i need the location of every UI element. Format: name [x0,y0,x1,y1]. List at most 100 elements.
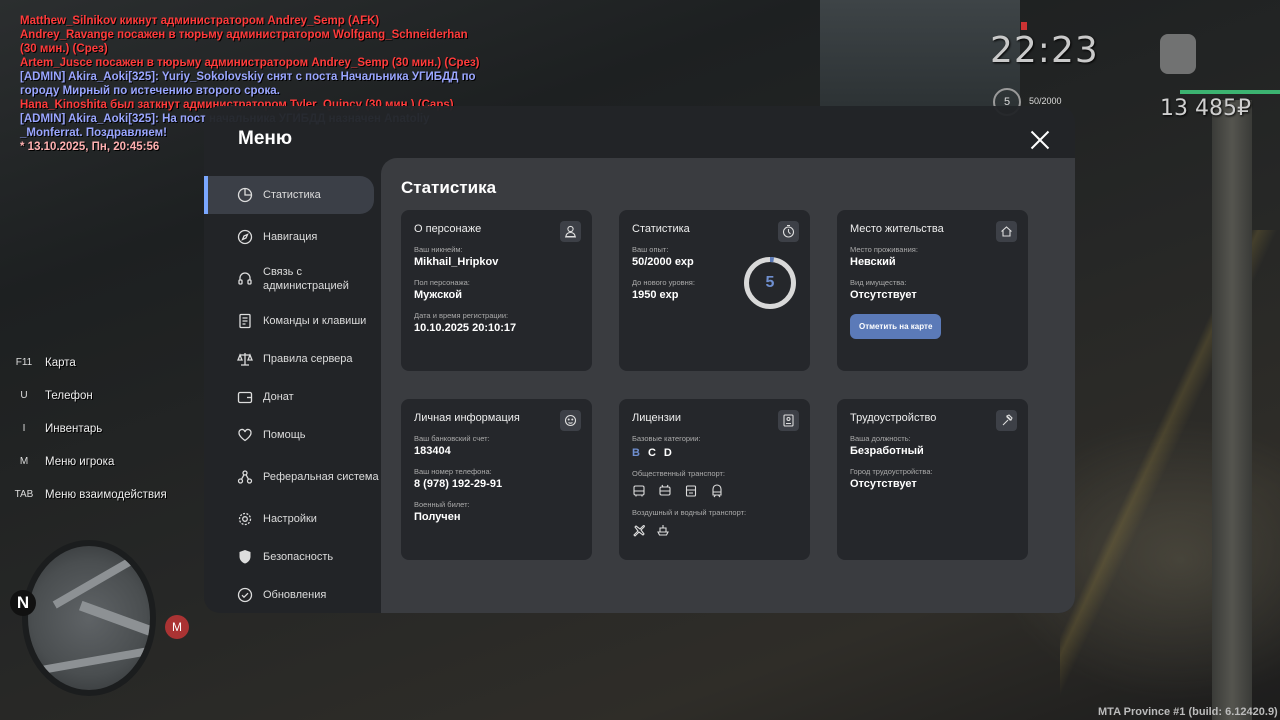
field-value: Отсутствует [850,289,917,301]
health-bar [1180,90,1280,94]
nav-item-contact-admin[interactable]: Связь с администрацией [204,256,381,302]
nav-item-navigation[interactable]: Навигация [204,218,381,256]
nav-item-statistics[interactable]: Статистика [204,176,374,214]
mark-on-map-button[interactable]: Отметить на карте [850,314,942,339]
keybind-key: I [22,423,26,434]
card-character: О персонаже Ваш никнейм: Mikhail_Hripkov… [401,210,592,371]
field-value: Отсутствует [850,478,917,490]
keybind-label: Карта [45,356,76,369]
trolleybus-icon [659,484,671,496]
keybind-key: TAB [14,489,34,500]
close-button[interactable] [1026,126,1054,154]
minimap-road [38,645,150,675]
chat-line: Matthew_Silnikov кикнут администратором … [20,15,380,27]
boat-icon [657,525,669,536]
field-value: Получен [414,511,461,523]
field-label: Город трудоустройства: [850,467,933,476]
nav-label: Безопасность [263,551,334,563]
air-water-transport-icons [632,523,797,537]
hud-money: 13 485₽ [1160,96,1251,121]
minimap [22,540,156,696]
keybind-key: F11 [15,357,33,368]
nav-item-rules[interactable]: Правила сервера [204,340,381,378]
nav-item-updates[interactable]: Обновления [204,576,381,613]
field-value: Mikhail_Hripkov [414,256,499,268]
field-value: 8 (978) 192-29-91 [414,478,503,490]
minimap-road [52,551,144,609]
scales-icon [237,353,253,366]
nav-item-referral[interactable]: Реферальная система [204,454,381,500]
chat-line: Artem_Jusce посажен в тюрьму администрат… [20,57,480,69]
card-title: Место жительства [850,223,944,235]
field-label: Воздушный и водный транспорт: [632,508,747,517]
chat-line: [ADMIN] Akira_Aoki[325]: Yuriy_Sokolovsk… [20,71,476,83]
license-category: C [647,447,656,459]
clock-marker [1021,22,1027,30]
field-value: 10.10.2025 20:10:17 [414,322,517,334]
field-label: Дата и время регистрации: [414,311,509,320]
nav-label: Реферальная система [263,471,379,483]
keybind-item: M Меню игрока [10,445,167,478]
field-label: Базовые категории: [632,434,701,443]
nav-item-security[interactable]: Безопасность [204,538,381,576]
nav-label: Статистика [263,189,321,201]
person-icon [560,221,581,242]
field-label: Ваша должность: [850,434,911,443]
refresh-check-icon [237,587,253,603]
license-category: D [663,447,672,459]
nav-label: Команды и клавиши [263,315,367,327]
timer-icon [778,221,799,242]
license-categories: B C D [632,447,797,459]
card-employment: Трудоустройство Ваша должность: Безработ… [837,399,1028,560]
card-title: Личная информация [414,412,520,424]
wallet-icon [237,391,253,404]
level-ring: 5 [743,256,797,310]
minimap-road [79,600,150,642]
background-pole [1212,100,1252,720]
field-value: Мужской [414,289,463,301]
menu-panel: Меню Статистика Навигация Связь с админи… [204,106,1075,613]
chat-line: Andrey_Ravange посажен в тюрьму админист… [20,29,468,41]
nav-label: Настройки [263,513,317,525]
keybind-label: Телефон [45,389,93,402]
menu-nav: Статистика Навигация Связь с администрац… [204,176,381,613]
field-value: 183404 [414,445,451,457]
keybind-label: Меню игрока [45,455,115,468]
card-title: Статистика [632,223,690,235]
nav-label: Донат [263,391,294,403]
tram-icon [685,485,697,497]
nav-item-commands[interactable]: Команды и клавиши [204,302,381,340]
bus-icon [633,485,645,497]
build-label: MTA Province #1 (build: 6.12420.9) [1098,706,1278,718]
face-icon [560,410,581,431]
nav-label: Правила сервера [263,353,353,365]
chat-line: (30 мин.) (Срез) [20,43,108,55]
hud-xp: 50/2000 [1029,96,1062,106]
public-transport-icons [632,484,797,498]
card-title: О персонаже [414,223,482,235]
field-label: Военный билет: [414,500,470,509]
keybind-list: F11 Карта U Телефон I Инвентарь M Меню игрок… [10,346,167,511]
field-label: Ваш опыт: [632,245,669,254]
field-label: Ваш банковский счет: [414,434,490,443]
field-label: Пол персонажа: [414,278,470,287]
field-value: Безработный [850,445,924,457]
keybind-key: U [20,390,28,401]
metro-icon: М [165,615,189,639]
card-residence: Место жительства Место проживания: Невск… [837,210,1028,371]
document-icon [239,313,251,329]
card-licenses: Лицензии Базовые категории: B C D Общест… [619,399,810,560]
nav-item-donate[interactable]: Донат [204,378,381,416]
content-title: Статистика [401,178,497,197]
nav-item-help[interactable]: Помощь [204,416,381,454]
shield-icon [239,550,251,564]
keybind-key: M [19,456,29,467]
network-icon [237,470,253,484]
heart-hand-icon [238,428,252,442]
nav-item-settings[interactable]: Настройки [204,500,381,538]
keybind-item: TAB Меню взаимодействия [10,478,167,511]
train-icon [712,484,722,498]
keybind-item: F11 Карта [10,346,167,379]
statistics-content: Статистика О персонаже Ваш никнейм: Mikh… [381,158,1075,613]
keybind-label: Меню взаимодействия [45,488,167,501]
